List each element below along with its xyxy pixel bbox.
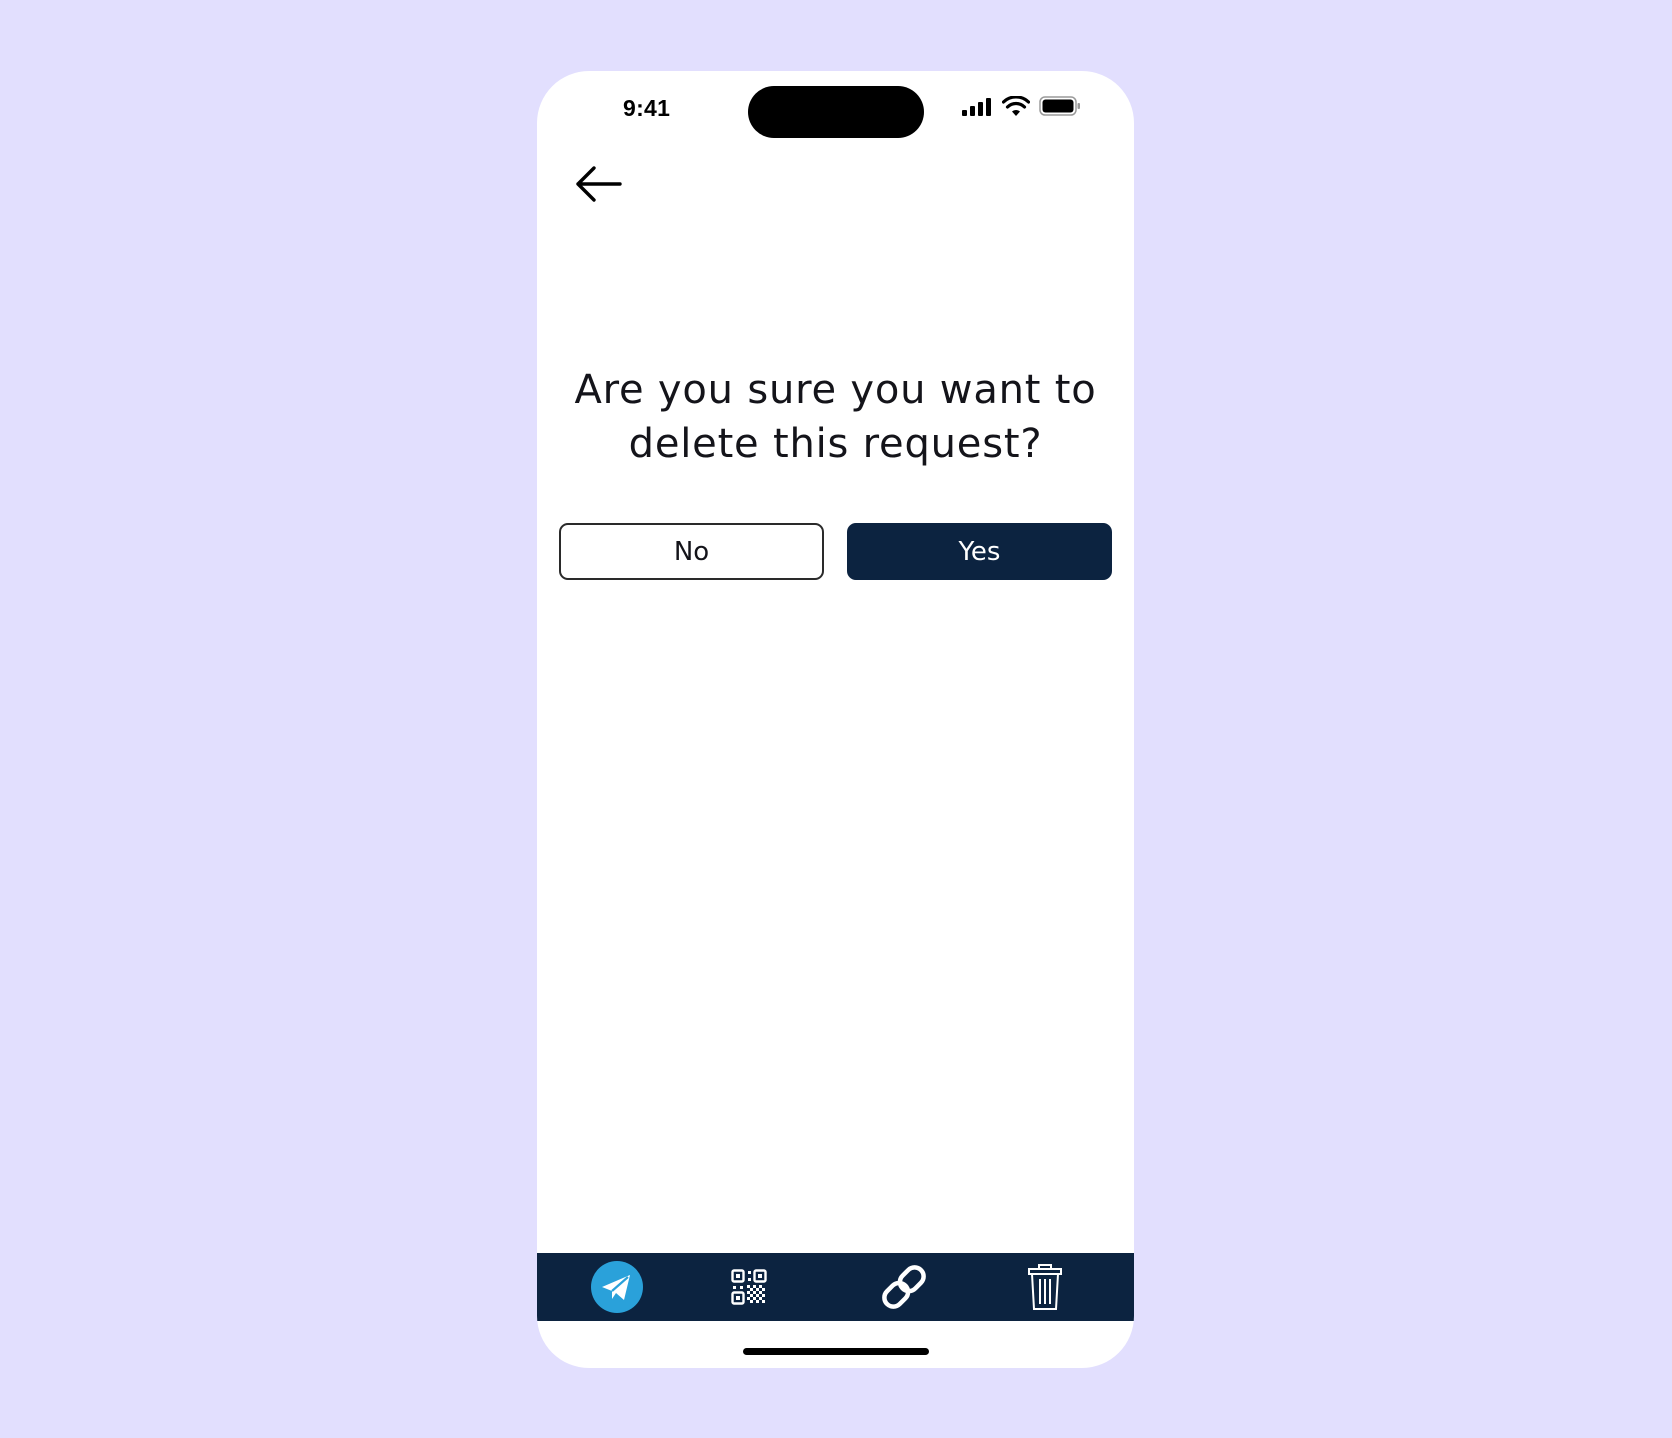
tab-send[interactable] [587, 1253, 647, 1321]
link-icon [882, 1265, 926, 1309]
cellular-signal-icon [962, 98, 991, 116]
yes-button-label: Yes [958, 536, 1001, 567]
dynamic-island [748, 86, 924, 138]
battery-icon [1039, 96, 1080, 116]
no-button-label: No [673, 536, 710, 567]
back-button[interactable] [570, 159, 628, 209]
arrow-left-icon [576, 166, 622, 202]
tab-link[interactable] [874, 1253, 934, 1321]
confirmation-question: Are you sure you want to delete this req… [574, 367, 1097, 467]
home-indicator [743, 1348, 929, 1355]
wifi-icon [1002, 96, 1030, 116]
tab-delete[interactable] [1020, 1253, 1070, 1321]
tab-qr-code[interactable] [724, 1253, 774, 1321]
trash-icon [1028, 1264, 1062, 1310]
no-button[interactable]: No [559, 523, 824, 580]
yes-button[interactable]: Yes [847, 523, 1112, 580]
status-time: 9:41 [623, 95, 671, 121]
qr-code-icon [731, 1269, 767, 1305]
phone-frame: 9:41 Are you sure you want to delete thi… [537, 71, 1134, 1368]
send-icon [591, 1261, 643, 1313]
bottom-tab-bar [537, 1253, 1134, 1321]
